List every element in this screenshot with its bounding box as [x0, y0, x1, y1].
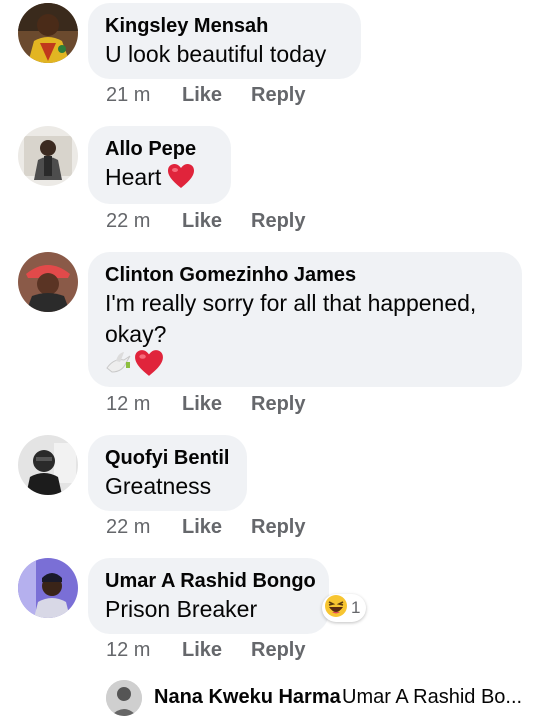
comment-text-line: okay?: [105, 321, 167, 347]
like-button[interactable]: Like: [182, 210, 251, 233]
reply-text: Umar A Rashid Bo...: [342, 686, 523, 708]
reaction-count: 1: [351, 598, 361, 617]
comment-bubble: Clinton Gomezinho James I'm really sorry…: [88, 252, 522, 387]
comment-actions: 12 m Like Reply: [106, 393, 305, 416]
dove-emoji-icon: [104, 350, 132, 381]
reply-button[interactable]: Reply: [251, 393, 305, 416]
reply-button[interactable]: Reply: [251, 516, 305, 539]
comment-text: Greatness: [105, 473, 212, 499]
avatar[interactable]: [106, 680, 142, 716]
reply-button[interactable]: Reply: [251, 210, 305, 233]
heart-emoji-icon: [134, 349, 164, 382]
comment-actions: 22 m Like Reply: [106, 210, 305, 233]
heart-emoji-icon: [167, 163, 195, 197]
avatar[interactable]: [18, 558, 78, 618]
comment-bubble: Allo Pepe Heart: [88, 126, 231, 204]
comment-time[interactable]: 12 m: [106, 639, 182, 662]
haha-emoji-icon: [324, 594, 348, 623]
comment-author[interactable]: Umar A Rashid Bongo: [105, 568, 316, 594]
comment-time[interactable]: 12 m: [106, 393, 182, 416]
comment-bubble: Quofyi Bentil Greatness: [88, 435, 247, 511]
reply-author[interactable]: Nana Kweku Harma: [154, 686, 341, 709]
comment-author[interactable]: Quofyi Bentil: [105, 445, 229, 471]
reply-button[interactable]: Reply: [251, 639, 305, 662]
avatar[interactable]: [18, 126, 78, 186]
comment-time[interactable]: 22 m: [106, 516, 182, 539]
like-button[interactable]: Like: [182, 84, 251, 107]
comment-actions: 12 m Like Reply: [106, 639, 305, 662]
comment-emojis: [104, 349, 504, 382]
comment-bubble: Kingsley Mensah U look beautiful today: [88, 3, 361, 79]
reply-button[interactable]: Reply: [251, 84, 305, 107]
avatar[interactable]: [18, 3, 78, 63]
like-button[interactable]: Like: [182, 639, 251, 662]
avatar[interactable]: [18, 252, 78, 312]
comment-author[interactable]: Kingsley Mensah: [105, 13, 343, 39]
comment-actions: 21 m Like Reply: [106, 84, 305, 107]
avatar[interactable]: [18, 435, 78, 495]
comment-text: Prison Breaker: [105, 596, 258, 622]
comment-author[interactable]: Clinton Gomezinho James: [105, 262, 504, 288]
like-button[interactable]: Like: [182, 393, 251, 416]
comment-time[interactable]: 22 m: [106, 210, 182, 233]
comment-text: Heart: [105, 162, 213, 197]
comment-actions: 22 m Like Reply: [106, 516, 305, 539]
like-button[interactable]: Like: [182, 516, 251, 539]
comment-bubble: Umar A Rashid Bongo Prison Breaker: [88, 558, 329, 634]
reaction-summary[interactable]: 1: [322, 594, 367, 623]
comment-text: U look beautiful today: [105, 41, 327, 67]
comment-text-line: I'm really sorry for all that happened,: [105, 290, 477, 316]
comment-author[interactable]: Allo Pepe: [105, 136, 213, 162]
comment-text-word: Heart: [105, 164, 162, 190]
comment-time[interactable]: 21 m: [106, 84, 182, 107]
